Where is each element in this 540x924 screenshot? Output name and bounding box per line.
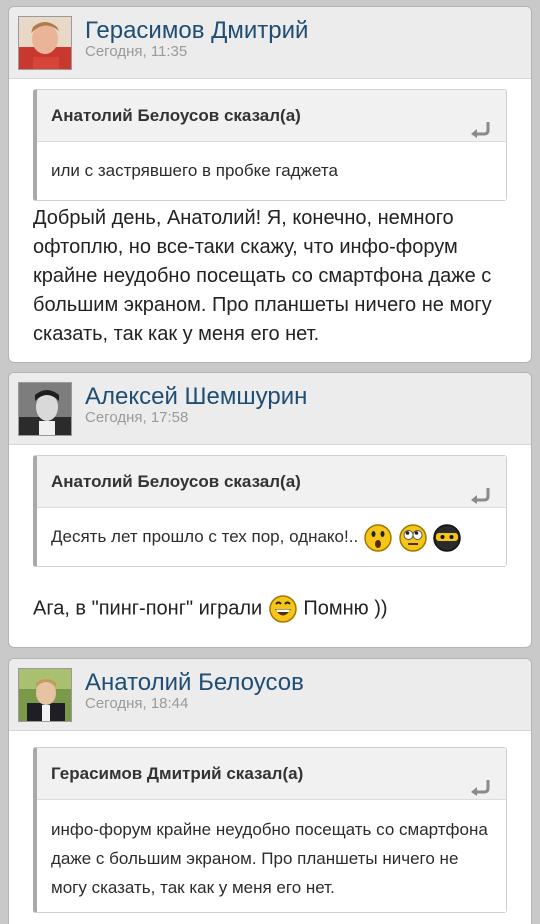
rolling-eyes-smiley-icon <box>398 523 428 553</box>
post-text-after: Помню )) <box>303 597 388 620</box>
post-timestamp: Сегодня, 18:44 <box>85 695 189 712</box>
quote-header: Анатолий Белоусов сказал(а) <box>37 456 506 508</box>
forum-post: Алексей Шемшурин Сегодня, 17:58 Анатолий… <box>8 372 532 648</box>
post-timestamp: Сегодня, 11:35 <box>85 43 188 60</box>
jump-to-quote-icon[interactable] <box>468 473 490 504</box>
author-name[interactable]: Герасимов Дмитрий <box>85 17 308 45</box>
post-header: Герасимов Дмитрий Сегодня, 11:35 <box>9 7 531 79</box>
post-header: Алексей Шемшурин Сегодня, 17:58 <box>9 373 531 445</box>
quote-header: Герасимов Дмитрий сказал(а) <box>37 748 506 800</box>
avatar[interactable] <box>18 382 72 436</box>
post-text-before: Ага, в "пинг-понг" играли <box>33 597 263 620</box>
surprised-smiley-icon <box>363 523 393 553</box>
quote-body: инфо-форум крайне неудобно посещать со с… <box>37 800 506 912</box>
author-name[interactable]: Алексей Шемшурин <box>85 383 307 411</box>
quote-text: Десять лет прошло с тех пор, однако!.. <box>51 527 359 546</box>
quote-author-label: Анатолий Белоусов сказал(а) <box>51 472 301 491</box>
quote-body: или с застрявшего в пробке гаджета <box>37 142 506 200</box>
quote-block: Анатолий Белоусов сказал(а) Десять лет п… <box>33 455 507 567</box>
quote-text: инфо-форум крайне неудобно посещать со с… <box>51 820 488 897</box>
quote-body: Десять лет прошло с тех пор, однако!.. <box>37 508 506 566</box>
post-body: Добрый день, Анатолий! Я, конечно, немно… <box>33 207 492 345</box>
avatar[interactable] <box>18 16 72 70</box>
author-name[interactable]: Анатолий Белоусов <box>85 669 304 697</box>
quote-block: Анатолий Белоусов сказал(а) или с застря… <box>33 89 507 201</box>
post-timestamp: Сегодня, 17:58 <box>85 409 189 426</box>
ninja-smiley-icon <box>432 523 462 553</box>
forum-post: Герасимов Дмитрий Сегодня, 11:35 Анатоли… <box>8 6 532 363</box>
quote-author-label: Герасимов Дмитрий сказал(а) <box>51 764 304 783</box>
post-body: Ага, в "пинг-понг" играли Помню )) <box>9 594 531 624</box>
jump-to-quote-icon[interactable] <box>468 107 490 138</box>
forum-post: Анатолий Белоусов Сегодня, 18:44 Герасим… <box>8 658 532 924</box>
quote-author-label: Анатолий Белоусов сказал(а) <box>51 106 301 125</box>
post-header: Анатолий Белоусов Сегодня, 18:44 <box>9 659 531 731</box>
avatar[interactable] <box>18 668 72 722</box>
quote-block: Герасимов Дмитрий сказал(а) инфо-форум к… <box>33 747 507 913</box>
quote-text: или с застрявшего в пробке гаджета <box>51 161 338 180</box>
jump-to-quote-icon[interactable] <box>468 765 490 796</box>
big-grin-smiley-icon <box>268 594 298 624</box>
quote-header: Анатолий Белоусов сказал(а) <box>37 90 506 142</box>
